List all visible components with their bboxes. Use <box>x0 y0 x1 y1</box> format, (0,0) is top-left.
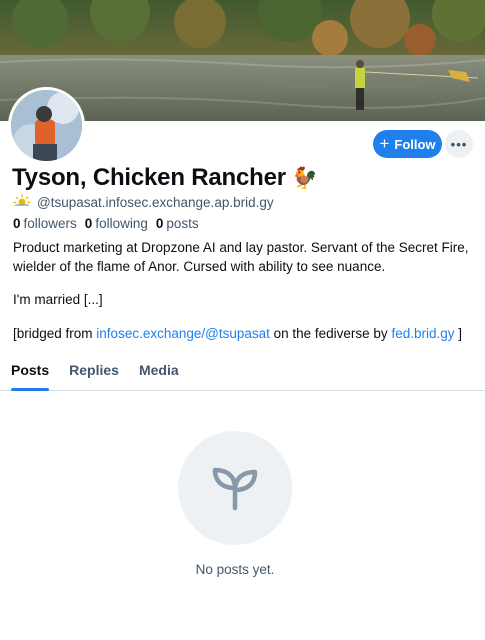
avatar[interactable] <box>8 87 85 164</box>
handle-row: @tsupasat.infosec.exchange.ap.brid.gy <box>13 193 274 211</box>
posts-stat: 0 posts <box>156 216 199 231</box>
follow-label: Follow <box>394 136 436 152</box>
bio-bridged-line: [bridged from infosec.exchange/@tsupasat… <box>13 325 475 344</box>
profile-bio: Product marketing at Dropzone AI and lay… <box>13 239 475 343</box>
following-link[interactable]: 0 following <box>85 216 148 231</box>
follow-button[interactable]: + Follow <box>373 130 442 158</box>
seedling-icon <box>209 460 261 517</box>
following-count: 0 <box>84 216 93 231</box>
bridged-prefix: [bridged from <box>13 325 97 341</box>
bridged-site-link[interactable]: fed.brid.gy <box>391 326 454 341</box>
empty-state-text: No posts yet. <box>195 562 275 577</box>
posts-label: posts <box>166 216 199 231</box>
following-label: following <box>95 216 148 231</box>
bridged-middle: on the fediverse by <box>269 325 392 341</box>
plus-icon: + <box>379 134 390 153</box>
profile-stats: 0 followers 0 following 0 posts <box>13 216 199 231</box>
display-name: Tyson, Chicken Rancher <box>12 164 286 191</box>
rooster-icon: 🐓 <box>291 166 319 190</box>
tab-replies[interactable]: Replies <box>69 354 119 390</box>
more-options-button[interactable]: ••• <box>445 130 473 158</box>
sun-cloud-icon <box>13 193 31 211</box>
more-icon: ••• <box>450 136 468 152</box>
posts-count: 0 <box>155 216 164 231</box>
bio-line-2: I'm married [...] <box>13 292 103 307</box>
tab-posts[interactable]: Posts <box>11 354 50 391</box>
tab-media[interactable]: Media <box>139 354 179 390</box>
profile-name-row: Tyson, Chicken Rancher 🐓 <box>12 164 318 192</box>
followers-count: 0 <box>13 216 21 231</box>
profile-handle: @tsupasat.infosec.exchange.ap.brid.gy <box>37 194 274 210</box>
followers-label: followers <box>23 216 77 231</box>
followers-link[interactable]: 0 followers <box>13 216 77 231</box>
empty-state-illustration <box>178 431 292 545</box>
bridged-suffix: ] <box>454 325 462 341</box>
bio-line-1: Product marketing at Dropzone AI and lay… <box>13 240 469 274</box>
profile-tabs: Posts Replies Media <box>0 354 485 391</box>
bridged-source-link[interactable]: infosec.exchange/@tsupasat <box>96 326 270 341</box>
